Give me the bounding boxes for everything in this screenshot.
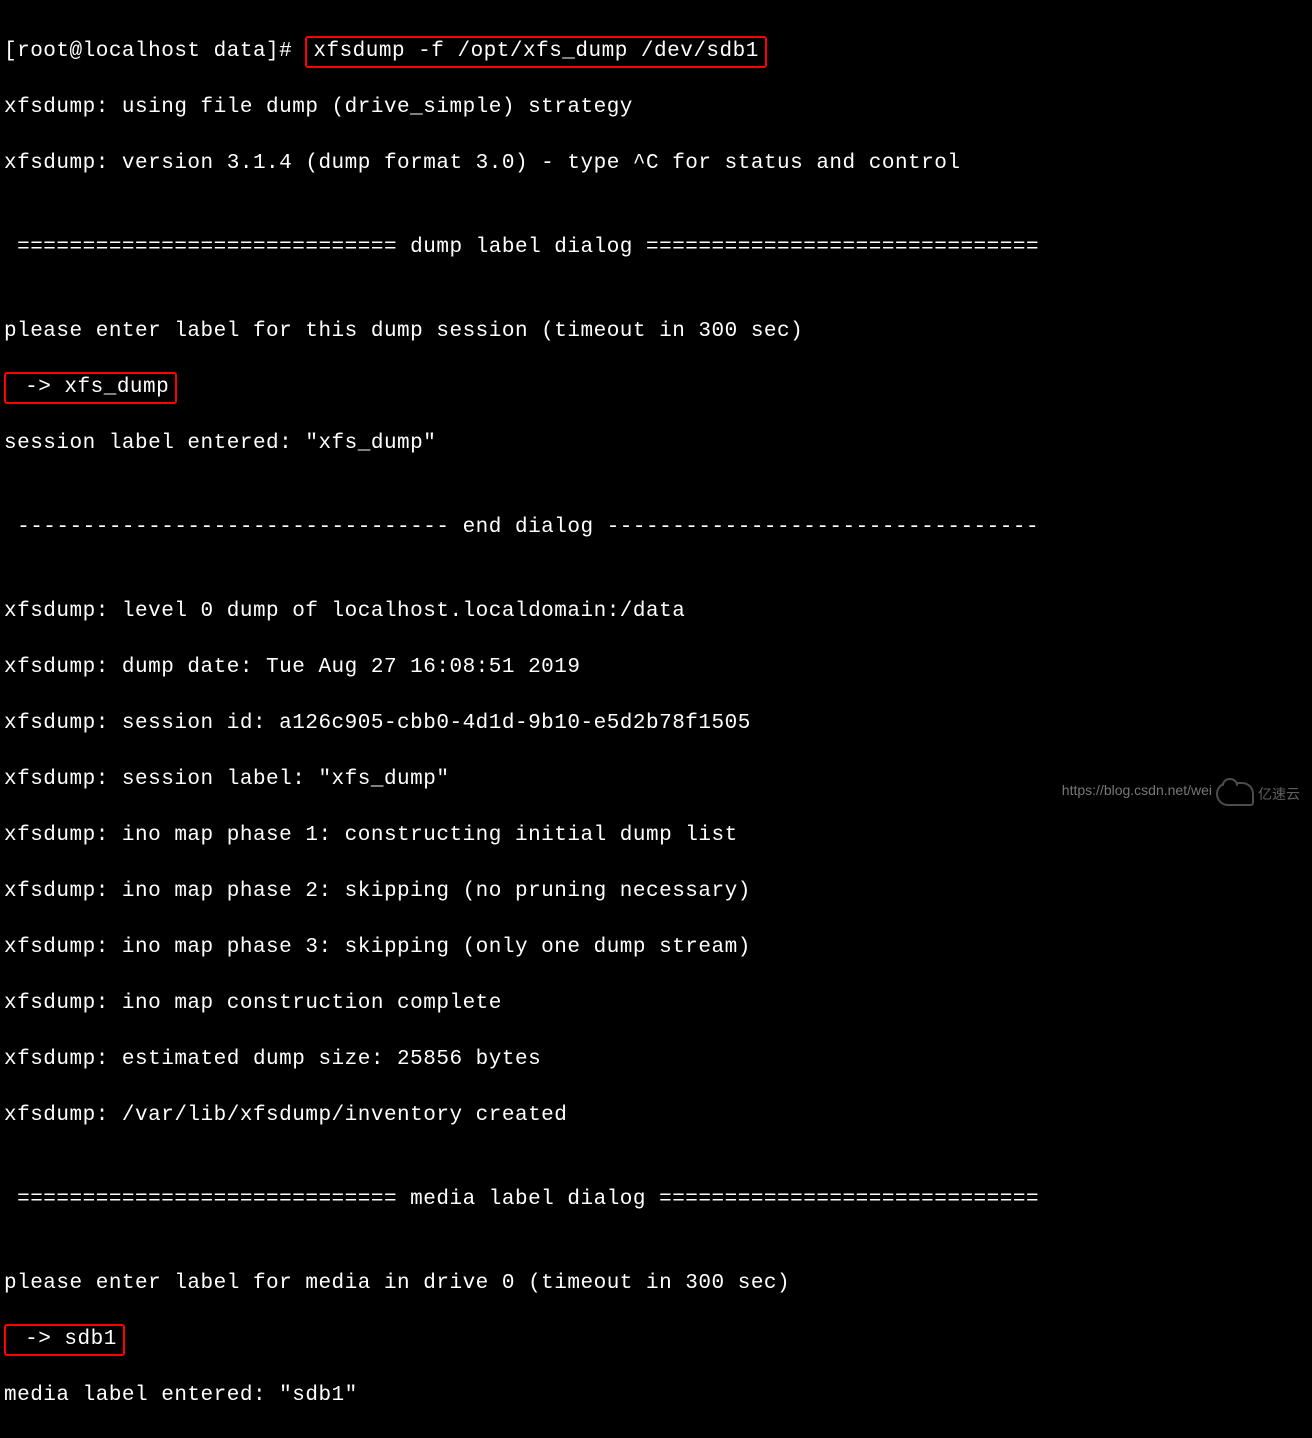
watermark-text: https://blog.csdn.net/wei xyxy=(1062,776,1212,804)
command-highlight: xfsdump -f /opt/xfs_dump /dev/sdb1 xyxy=(305,36,766,68)
output-line: xfsdump: dump date: Tue Aug 27 16:08:51 … xyxy=(4,654,1308,682)
output-line: ============================= media labe… xyxy=(4,1186,1308,1214)
command-line: [root@localhost data]# xfsdump -f /opt/x… xyxy=(4,38,1308,66)
media-label-input: -> sdb1 xyxy=(4,1324,125,1356)
output-line: session label entered: "xfs_dump" xyxy=(4,430,1308,458)
output-line: xfsdump: /var/lib/xfsdump/inventory crea… xyxy=(4,1102,1308,1130)
output-line: media label entered: "sdb1" xyxy=(4,1382,1308,1410)
input-line: -> xfs_dump xyxy=(4,374,1308,402)
output-line: xfsdump: estimated dump size: 25856 byte… xyxy=(4,1046,1308,1074)
input-line: -> sdb1 xyxy=(4,1326,1308,1354)
output-line: please enter label for media in drive 0 … xyxy=(4,1270,1308,1298)
output-line: please enter label for this dump session… xyxy=(4,318,1308,346)
terminal-output[interactable]: [root@localhost data]# xfsdump -f /opt/x… xyxy=(0,0,1312,1438)
output-line: xfsdump: ino map phase 2: skipping (no p… xyxy=(4,878,1308,906)
output-line: xfsdump: using file dump (drive_simple) … xyxy=(4,94,1308,122)
session-label-input: -> xfs_dump xyxy=(4,372,177,404)
output-line: xfsdump: ino map construction complete xyxy=(4,990,1308,1018)
brand-logo: 亿速云 xyxy=(1216,780,1300,808)
output-line: xfsdump: level 0 dump of localhost.local… xyxy=(4,598,1308,626)
output-line: xfsdump: version 3.1.4 (dump format 3.0)… xyxy=(4,150,1308,178)
output-line: xfsdump: session id: a126c905-cbb0-4d1d-… xyxy=(4,710,1308,738)
output-line: ============================= dump label… xyxy=(4,234,1308,262)
shell-prompt: [root@localhost data]# xyxy=(4,40,305,63)
cloud-icon xyxy=(1216,782,1254,806)
output-line: xfsdump: ino map phase 1: constructing i… xyxy=(4,822,1308,850)
brand-text: 亿速云 xyxy=(1258,780,1300,808)
output-line: --------------------------------- end di… xyxy=(4,514,1308,542)
output-line: xfsdump: ino map phase 3: skipping (only… xyxy=(4,934,1308,962)
